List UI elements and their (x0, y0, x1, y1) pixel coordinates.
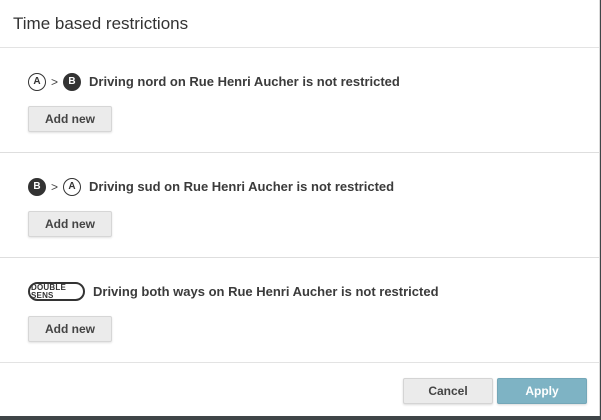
direction-arrow: > (51, 74, 59, 89)
add-new-button[interactable]: Add new (28, 106, 112, 132)
add-new-button[interactable]: Add new (28, 211, 112, 237)
restriction-row: DOUBLE SENS Driving both ways on Rue Hen… (28, 282, 439, 301)
restriction-row: B > A Driving sud on Rue Henri Aucher is… (28, 177, 394, 196)
restriction-row: A > B Driving nord on Rue Henri Aucher i… (28, 72, 400, 91)
cancel-button[interactable]: Cancel (403, 378, 493, 404)
restriction-description: Driving both ways on Rue Henri Aucher is… (93, 284, 439, 299)
restriction-section-forward: A > B Driving nord on Rue Henri Aucher i… (0, 48, 599, 153)
node-b-badge: B (28, 177, 46, 196)
node-a-badge: A (28, 72, 46, 91)
restriction-section-reverse: B > A Driving sud on Rue Henri Aucher is… (0, 153, 599, 258)
restriction-section-both-ways: DOUBLE SENS Driving both ways on Rue Hen… (0, 258, 599, 363)
node-b-badge: B (63, 72, 82, 91)
dialog-title: Time based restrictions (0, 0, 599, 48)
add-new-button[interactable]: Add new (28, 316, 112, 342)
node-a-badge: A (63, 177, 82, 196)
restriction-description: Driving nord on Rue Henri Aucher is not … (89, 74, 400, 89)
restriction-description: Driving sud on Rue Henri Aucher is not r… (89, 179, 395, 194)
dialog-footer: Cancel Apply (0, 363, 599, 415)
direction-arrow: > (51, 179, 59, 194)
time-restrictions-dialog: Time based restrictions A > B Driving no… (0, 0, 600, 416)
double-sens-badge: DOUBLE SENS (28, 282, 85, 301)
badge-line-2: SENS (31, 290, 54, 300)
apply-button[interactable]: Apply (497, 378, 587, 404)
